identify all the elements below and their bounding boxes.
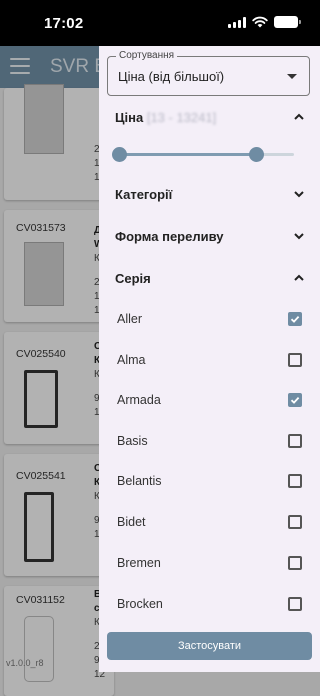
- series-option-label: Bremen: [117, 556, 161, 570]
- sort-select[interactable]: Сортування Ціна (від більшої): [107, 50, 310, 96]
- series-checkbox[interactable]: [288, 515, 302, 529]
- series-checkbox[interactable]: [288, 312, 302, 326]
- price-section-header[interactable]: Ціна [13 - 13241]: [115, 102, 305, 132]
- series-option[interactable]: Aller: [117, 303, 302, 335]
- series-checkbox[interactable]: [288, 353, 302, 367]
- series-option-label: Belantis: [117, 474, 162, 488]
- series-checkbox[interactable]: [288, 474, 302, 488]
- overflow-shape-section-header[interactable]: Форма переливу: [115, 221, 305, 251]
- series-checkbox[interactable]: [288, 597, 302, 611]
- status-time: 17:02: [44, 15, 84, 32]
- series-option[interactable]: Bremen: [117, 547, 302, 579]
- categories-title: Категорії: [115, 186, 173, 202]
- series-section-header[interactable]: Серія: [115, 263, 305, 293]
- price-title: Ціна [13 - 13241]: [115, 109, 217, 125]
- chevron-up-icon: [294, 274, 304, 281]
- slider-thumb-max[interactable]: [248, 147, 264, 162]
- series-option[interactable]: Belantis: [117, 465, 302, 497]
- series-option[interactable]: Bidet: [117, 506, 302, 538]
- sort-value: Ціна (від більшої): [118, 69, 225, 84]
- price-range-slider[interactable]: [112, 147, 294, 163]
- price-range: [13 - 13241]: [146, 109, 217, 125]
- series-option-label: Bidet: [117, 515, 146, 529]
- series-option-label: Brocken: [117, 597, 163, 611]
- filter-drawer: Сортування Ціна (від більшої) Ціна [13 -…: [99, 46, 320, 672]
- series-option-label: Alma: [117, 353, 146, 367]
- series-option[interactable]: Alma: [117, 344, 302, 376]
- series-option-label: Basis: [117, 434, 148, 448]
- apply-filters-button[interactable]: Застосувати: [107, 632, 312, 660]
- status-icons: [228, 16, 301, 28]
- series-option[interactable]: Brocken: [117, 588, 302, 620]
- status-bar: 17:02: [0, 0, 320, 46]
- series-option[interactable]: Armada: [117, 384, 302, 416]
- wifi-icon: [252, 16, 268, 28]
- slider-thumb-min[interactable]: [112, 147, 127, 162]
- check-icon: [290, 315, 300, 323]
- chevron-down-icon: [294, 191, 304, 198]
- series-checkbox[interactable]: [288, 434, 302, 448]
- series-option-label: Armada: [117, 393, 161, 407]
- slider-fill: [119, 153, 256, 156]
- series-checkbox[interactable]: [288, 393, 302, 407]
- chevron-up-icon: [294, 113, 304, 120]
- categories-section-header[interactable]: Категорії: [115, 179, 305, 209]
- series-option[interactable]: Basis: [117, 425, 302, 457]
- chevron-down-icon: [294, 233, 304, 240]
- signal-icon: [228, 16, 246, 28]
- series-option-label: Aller: [117, 312, 143, 326]
- sort-label: Сортування: [116, 50, 178, 61]
- series-checkbox[interactable]: [288, 556, 302, 570]
- overflow-shape-title: Форма переливу: [115, 228, 224, 244]
- caret-down-icon: [287, 74, 297, 79]
- battery-icon: [274, 16, 301, 28]
- check-icon: [290, 396, 300, 404]
- series-title: Серія: [115, 270, 151, 286]
